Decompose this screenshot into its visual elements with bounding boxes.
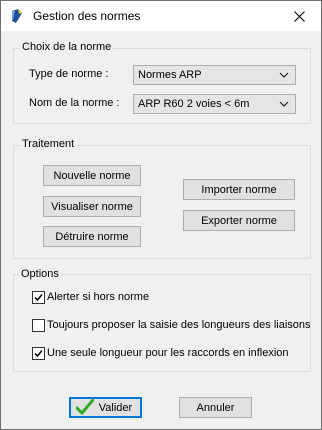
chevron-down-icon <box>279 101 289 107</box>
norm-name-select[interactable]: ARP R60 2 voies < 6m <box>133 94 296 114</box>
alert-out-of-norm-label[interactable]: Alerter si hors norme <box>47 291 149 303</box>
always-ask-lengths-label[interactable]: Toujours proposer la saisie des longueur… <box>47 319 311 331</box>
norm-type-select[interactable]: Normes ARP <box>133 65 296 85</box>
view-norm-button[interactable]: Visualiser norme <box>43 196 141 217</box>
alert-out-of-norm-checkbox[interactable] <box>32 291 45 304</box>
treatment-group: Traitement Nouvelle norme Visualiser nor… <box>13 138 311 259</box>
close-button[interactable] <box>277 1 321 31</box>
chevron-down-icon <box>279 72 289 78</box>
always-ask-lengths-checkbox[interactable] <box>32 319 45 332</box>
new-norm-button[interactable]: Nouvelle norme <box>43 165 141 186</box>
norm-choice-legend: Choix de la norme <box>20 41 114 53</box>
validate-button-label: Valider <box>98 401 133 414</box>
treatment-legend: Traitement <box>20 138 77 150</box>
checkmark-icon <box>34 294 43 302</box>
close-icon <box>293 10 305 22</box>
import-norm-button[interactable]: Importer norme <box>183 179 295 200</box>
norm-choice-group: Choix de la norme Type de norme : Normes… <box>13 41 311 124</box>
norm-name-value: ARP R60 2 voies < 6m <box>138 98 250 110</box>
norm-type-label: Type de norme : <box>29 68 109 80</box>
norm-type-value: Normes ARP <box>138 69 202 81</box>
window-title: Gestion des normes <box>33 9 141 23</box>
validate-button[interactable]: Valider <box>69 397 142 418</box>
single-length-inflexion-checkbox[interactable] <box>32 347 45 360</box>
delete-norm-button[interactable]: Détruire norme <box>43 226 141 247</box>
cancel-button[interactable]: Annuler <box>179 397 252 418</box>
app-icon <box>12 9 22 23</box>
export-norm-button[interactable]: Exporter norme <box>183 210 295 231</box>
norm-name-label: Nom de la norme : <box>29 97 120 109</box>
checkmark-icon <box>34 350 43 358</box>
title-bar[interactable]: Gestion des normes <box>1 1 321 31</box>
options-legend: Options <box>19 268 61 280</box>
green-checkmark-icon <box>76 399 94 415</box>
single-length-inflexion-label[interactable]: Une seule longueur pour les raccords en … <box>47 347 289 359</box>
dialog-window: Gestion des normes Choix de la norme Typ… <box>0 0 322 430</box>
